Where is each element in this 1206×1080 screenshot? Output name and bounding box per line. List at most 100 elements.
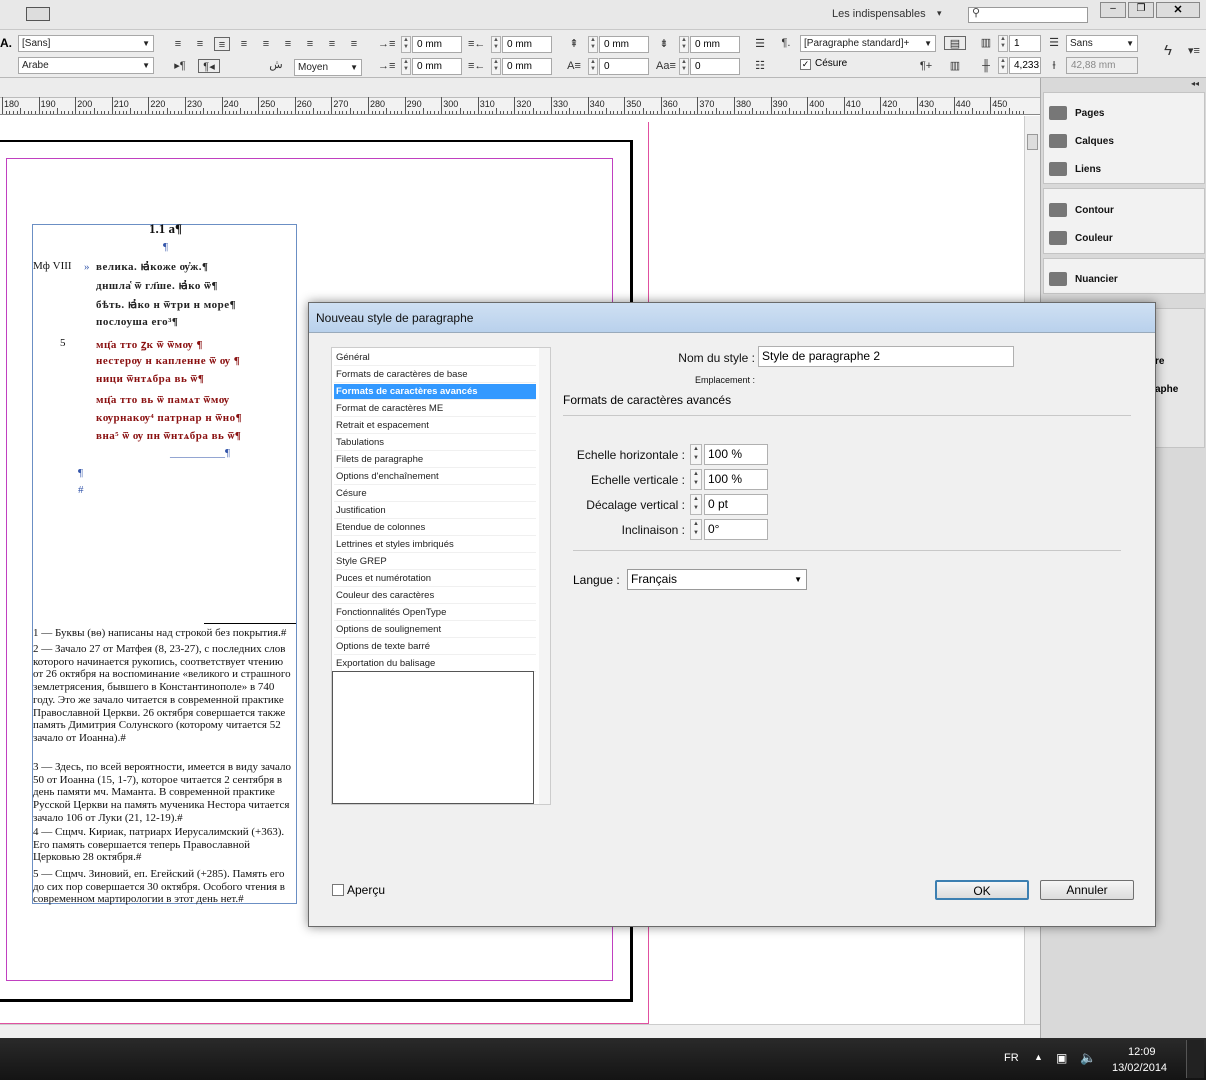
bullets-icon[interactable]: ☰ bbox=[752, 37, 768, 51]
swatches-panel-tab[interactable]: Nuancier bbox=[1049, 270, 1118, 290]
category-item[interactable]: Style GREP bbox=[334, 554, 536, 570]
first-indent-field[interactable]: 0 mm bbox=[412, 58, 462, 75]
category-item[interactable]: Puces et numérotation bbox=[334, 571, 536, 587]
dialog-titlebar[interactable]: Nouveau style de paragraphe bbox=[309, 303, 1155, 333]
minimize-button[interactable]: – bbox=[1100, 2, 1126, 18]
category-item[interactable]: Justification bbox=[334, 503, 536, 519]
view-options-icon[interactable] bbox=[26, 7, 50, 21]
drop-cap-lines-field[interactable]: 0 bbox=[599, 58, 649, 75]
right-indent-field[interactable]: 0 mm bbox=[502, 36, 552, 53]
style-name-field[interactable]: Style de paragraphe 2 bbox=[758, 346, 1014, 367]
workspace-arrow[interactable]: ▾ bbox=[937, 8, 942, 19]
justify-all-icon[interactable]: ≡ bbox=[302, 37, 318, 51]
category-item[interactable]: Formats de caractères de base bbox=[334, 367, 536, 383]
volume-icon[interactable]: 🔈 bbox=[1080, 1050, 1096, 1066]
cancel-button[interactable]: Annuler bbox=[1040, 880, 1134, 900]
vertical-scale-stepper[interactable]: ▲ ▼ bbox=[690, 469, 702, 490]
paragraph-menu-icon[interactable]: ¶+ bbox=[918, 59, 934, 73]
align-right-icon[interactable]: ≡ bbox=[214, 37, 230, 51]
category-item[interactable]: Césure bbox=[334, 486, 536, 502]
right-indent-stepper[interactable]: ▲ ▼ bbox=[491, 36, 501, 53]
digits-select[interactable]: Moyen ▼ bbox=[294, 59, 362, 76]
horizontal-scale-field[interactable]: 100 % bbox=[704, 444, 768, 465]
color-panel-tab[interactable]: Couleur bbox=[1049, 229, 1113, 249]
gutter-field[interactable]: 4,233 bbox=[1009, 57, 1041, 74]
align-spine-icon[interactable]: ≡ bbox=[324, 37, 340, 51]
links-panel-tab[interactable]: Liens bbox=[1049, 160, 1101, 180]
lightning-icon[interactable]: ϟ bbox=[1160, 43, 1176, 58]
justify-right-icon[interactable]: ≡ bbox=[280, 37, 296, 51]
ltr-direction-icon[interactable]: ¶◂ bbox=[198, 59, 220, 73]
justify-left-icon[interactable]: ≡ bbox=[236, 37, 252, 51]
font-family-select[interactable]: [Sans] ▼ bbox=[18, 35, 154, 52]
panel-menu-icon[interactable]: ▾≡ bbox=[1186, 44, 1202, 58]
list-scrollbar[interactable] bbox=[539, 348, 550, 804]
network-icon[interactable]: ▣ bbox=[1056, 1051, 1067, 1065]
category-item[interactable]: Options d'enchaînement bbox=[334, 469, 536, 485]
baseline-shift-stepper[interactable]: ▲ ▼ bbox=[690, 494, 702, 515]
numbering-icon[interactable]: ☷ bbox=[752, 59, 768, 73]
category-item[interactable]: Etendue de colonnes bbox=[334, 520, 536, 536]
skew-field[interactable]: 0° bbox=[704, 519, 768, 540]
font-style-select[interactable]: Arabe ▼ bbox=[18, 57, 154, 74]
category-item[interactable]: Lettrines et styles imbriqués bbox=[334, 537, 536, 553]
clock-date[interactable]: 13/02/2014 bbox=[1112, 1062, 1167, 1074]
workspace-switcher[interactable]: Les indispensables bbox=[832, 8, 926, 20]
ok-button[interactable]: OK bbox=[935, 880, 1029, 900]
horizontal-ruler[interactable]: 180 190 200 210 220 230 240 250 260 270 280 290 300 3… bbox=[0, 97, 1040, 115]
category-item[interactable]: Tabulations bbox=[334, 435, 536, 451]
paragraph-style-select[interactable]: [Paragraphe standard]+ ▼ bbox=[800, 35, 936, 52]
gutter-stepper[interactable]: ▲ ▼ bbox=[998, 57, 1008, 74]
width-field[interactable]: 42,88 mm bbox=[1066, 57, 1138, 74]
space-before-stepper[interactable]: ▲ ▼ bbox=[588, 36, 598, 53]
first-indent-stepper[interactable]: ▲ ▼ bbox=[401, 58, 411, 75]
space-after-stepper[interactable]: ▲ ▼ bbox=[679, 36, 689, 53]
drop-cap-lines-stepper[interactable]: ▲ ▼ bbox=[588, 58, 598, 75]
preview-checkbox[interactable] bbox=[332, 884, 344, 896]
category-item[interactable]: Options de texte barré bbox=[334, 639, 536, 655]
align-left-icon[interactable]: ≡ bbox=[170, 37, 186, 51]
layers-panel-tab[interactable]: Calques bbox=[1049, 132, 1114, 152]
collapse-panels-icon[interactable]: ◂◂ bbox=[1191, 79, 1199, 88]
baseline-shift-field[interactable]: 0 pt bbox=[704, 494, 768, 515]
last-indent-field[interactable]: 0 mm bbox=[502, 58, 552, 75]
hyphenation-checkbox[interactable]: ✓ bbox=[800, 59, 811, 70]
pages-panel-tab[interactable]: Pages bbox=[1049, 104, 1104, 124]
maximize-button[interactable]: ❐ bbox=[1128, 2, 1154, 18]
show-desktop-button[interactable] bbox=[1186, 1040, 1204, 1078]
category-item[interactable]: Filets de paragraphe bbox=[334, 452, 536, 468]
align-away-spine-icon[interactable]: ≡ bbox=[346, 37, 362, 51]
clock-time[interactable]: 12:09 bbox=[1128, 1046, 1156, 1058]
scroll-thumb[interactable] bbox=[1027, 134, 1038, 150]
columns-field[interactable]: 1 bbox=[1009, 35, 1041, 52]
vertical-scale-field[interactable]: 100 % bbox=[704, 469, 768, 490]
align-center-icon[interactable]: ≡ bbox=[192, 37, 208, 51]
left-indent-stepper[interactable]: ▲ ▼ bbox=[401, 36, 411, 53]
category-item[interactable]: Général bbox=[334, 350, 536, 366]
last-indent-stepper[interactable]: ▲ ▼ bbox=[491, 58, 501, 75]
space-after-field[interactable]: 0 mm bbox=[690, 36, 740, 53]
horizontal-scale-stepper[interactable]: ▲ ▼ bbox=[690, 444, 702, 465]
tray-expand-icon[interactable]: ▲ bbox=[1034, 1052, 1043, 1062]
category-item[interactable]: Exportation du balisage bbox=[334, 656, 536, 672]
input-language[interactable]: FR bbox=[1004, 1052, 1019, 1064]
language-select[interactable]: Français ▼ bbox=[627, 569, 807, 590]
drop-cap-chars-stepper[interactable]: ▲ ▼ bbox=[679, 58, 689, 75]
category-item[interactable]: Formats de caractères avancés bbox=[334, 384, 536, 400]
category-item[interactable]: Fonctionnalités OpenType bbox=[334, 605, 536, 621]
columns-stepper[interactable]: ▲ ▼ bbox=[998, 35, 1008, 52]
search-input[interactable] bbox=[968, 7, 1088, 23]
baseline-grid-icon[interactable]: ▤ bbox=[944, 36, 966, 50]
space-before-field[interactable]: 0 mm bbox=[599, 36, 649, 53]
stroke-panel-tab[interactable]: Contour bbox=[1049, 201, 1114, 221]
horizontal-scrollbar[interactable] bbox=[0, 1024, 1040, 1038]
category-item[interactable]: Options de soulignement bbox=[334, 622, 536, 638]
category-item[interactable]: Couleur des caractères bbox=[334, 588, 536, 604]
justify-center-icon[interactable]: ≡ bbox=[258, 37, 274, 51]
category-item[interactable]: Format de caractères ME bbox=[334, 401, 536, 417]
skew-stepper[interactable]: ▲ ▼ bbox=[690, 519, 702, 540]
category-item[interactable]: Retrait et espacement bbox=[334, 418, 536, 434]
font2-select[interactable]: Sans ▼ bbox=[1066, 35, 1138, 52]
close-button[interactable]: ✕ bbox=[1156, 2, 1200, 18]
left-indent-field[interactable]: 0 mm bbox=[412, 36, 462, 53]
